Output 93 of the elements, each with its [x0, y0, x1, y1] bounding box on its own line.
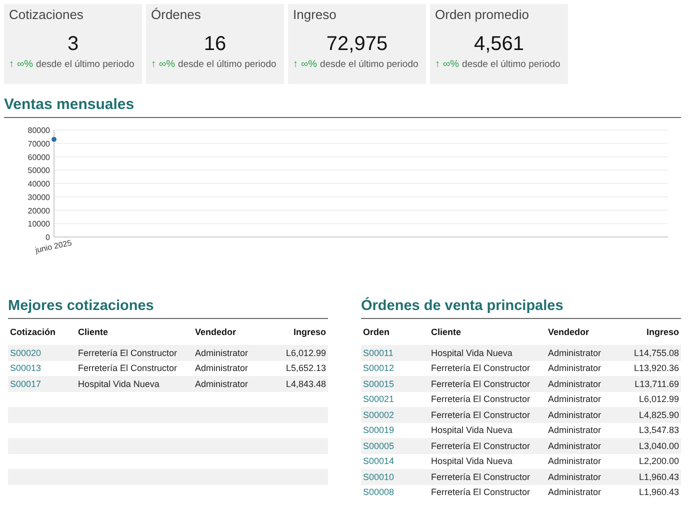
- table-cell-text: Administrator: [547, 472, 602, 482]
- card-value: 72,975: [325, 33, 389, 56]
- table-cell-text: L5,652.13: [284, 363, 327, 374]
- record-link[interactable]: S00010: [361, 472, 429, 482]
- y-tick-label: 70000: [28, 139, 50, 148]
- table-cell-text: Administrator: [194, 363, 250, 374]
- column-header: Vendedor: [194, 327, 238, 337]
- y-tick-label: 10000: [28, 220, 50, 229]
- table-cell-text: Ferretería El Constructor: [430, 440, 532, 451]
- table-cell-text: Administrator: [547, 394, 602, 404]
- y-tick-label: 40000: [28, 180, 50, 188]
- record-link[interactable]: S00012: [361, 363, 429, 374]
- table-cell-text: L1,960.43: [638, 472, 680, 482]
- data-point: [52, 136, 56, 142]
- record-link[interactable]: S00002: [361, 410, 429, 420]
- change-percent: ∞%: [301, 59, 318, 70]
- card-title: Cotizaciones: [9, 7, 84, 22]
- table-cell-text: Administrator: [547, 410, 602, 420]
- table-cell-text: Ferretería El Constructor: [430, 363, 532, 374]
- table-cell-text: L6,012.99: [638, 394, 680, 404]
- card-title: Ingreso: [293, 7, 338, 22]
- section-title: Ventas mensuales: [4, 96, 681, 118]
- change-percent: ∞%: [159, 59, 176, 70]
- change-caption: desde el último periodo: [178, 59, 276, 70]
- card-value: 4,561: [472, 33, 526, 56]
- change-caption: desde el último periodo: [36, 59, 134, 70]
- change-percent: ∞%: [17, 59, 34, 70]
- card-value: 16: [202, 33, 228, 56]
- record-link[interactable]: S00013: [8, 363, 76, 374]
- up-arrow-icon: ↑: [293, 59, 298, 70]
- record-link[interactable]: S00019: [361, 425, 429, 436]
- card-title: Orden promedio: [435, 7, 530, 22]
- record-link[interactable]: S00011: [361, 348, 429, 358]
- table-cell-text: L2,200.00: [638, 456, 680, 466]
- table-cell-text: L3,547.83: [638, 425, 680, 436]
- table-cell-text: Administrator: [547, 425, 602, 436]
- table-cell-text: L4,843.48: [284, 378, 327, 389]
- up-arrow-icon: ↑: [151, 59, 156, 70]
- table-cell-text: Administrator: [547, 363, 602, 374]
- column-header: Cliente: [77, 327, 110, 337]
- table-cell-text: Administrator: [547, 378, 602, 389]
- change-caption: desde el último periodo: [320, 59, 418, 70]
- record-link[interactable]: S00017: [8, 378, 76, 389]
- table-cell-text: Hospital Vida Nueva: [430, 456, 514, 466]
- table-cell-text: Administrator: [194, 348, 250, 358]
- column-header: Ingreso: [645, 327, 680, 337]
- record-link[interactable]: S00020: [8, 348, 76, 358]
- column-header: Cliente: [430, 327, 462, 337]
- record-link[interactable]: S00005: [361, 440, 429, 451]
- table-cell-text: Administrator: [194, 378, 250, 389]
- y-tick-label: 30000: [28, 192, 50, 202]
- change-caption: desde el último periodo: [462, 59, 560, 70]
- y-tick-label: 0: [46, 233, 50, 242]
- record-link[interactable]: S00008: [361, 487, 429, 498]
- table-cell-text: Hospital Vida Nueva: [430, 425, 514, 436]
- y-tick-label: 80000: [28, 126, 50, 135]
- table-cell-text: Administrator: [547, 456, 602, 466]
- table-cell-text: Ferretería El Constructor: [430, 378, 532, 389]
- record-link[interactable]: S00021: [361, 394, 429, 404]
- table-cell-text: Administrator: [547, 348, 602, 358]
- card-title: Órdenes: [151, 7, 202, 22]
- section-title: Mejores cotizaciones: [8, 298, 328, 319]
- table-cell-text: Ferretería El Constructor: [430, 410, 532, 420]
- section-title: Órdenes de venta principales: [361, 298, 681, 319]
- column-header: Ingreso: [292, 327, 327, 337]
- record-link[interactable]: S00015: [361, 378, 429, 389]
- table-cell-text: L14,755.08: [632, 348, 680, 358]
- table-cell-text: L13,711.69: [634, 378, 680, 389]
- table-cell-text: L3,040.00: [638, 440, 680, 451]
- change-percent: ∞%: [443, 59, 460, 70]
- y-tick-label: 20000: [28, 206, 50, 216]
- table-cell-text: Ferretería El Constructor: [77, 348, 178, 358]
- table-cell-text: L6,012.99: [284, 348, 327, 358]
- column-header: Vendedor: [547, 327, 590, 337]
- table-cell-text: Hospital Vida Nueva: [430, 348, 514, 358]
- column-header: Orden: [362, 327, 391, 337]
- table-cell-text: Ferretería El Constructor: [430, 487, 532, 498]
- card-value: 3: [66, 33, 80, 56]
- up-arrow-icon: ↑: [9, 59, 14, 70]
- table-cell-text: Administrator: [547, 487, 602, 498]
- record-link[interactable]: S00014: [361, 456, 429, 466]
- up-arrow-icon: ↑: [435, 59, 440, 70]
- table-cell-text: Ferretería El Constructor: [430, 394, 532, 404]
- table-cell-text: Ferretería El Constructor: [77, 363, 178, 374]
- column-header: Cotización: [9, 327, 57, 337]
- table-cell-text: Hospital Vida Nueva: [77, 378, 160, 389]
- y-tick-label: 60000: [28, 152, 50, 162]
- table-cell-text: L4,825.90: [638, 410, 680, 420]
- y-tick-label: 50000: [28, 166, 50, 176]
- table-cell-text: L1,960.43: [638, 487, 680, 498]
- table-cell-text: L13,920.36: [632, 363, 680, 374]
- table-cell-text: Administrator: [547, 440, 602, 451]
- table-cell-text: Ferretería El Constructor: [430, 472, 532, 482]
